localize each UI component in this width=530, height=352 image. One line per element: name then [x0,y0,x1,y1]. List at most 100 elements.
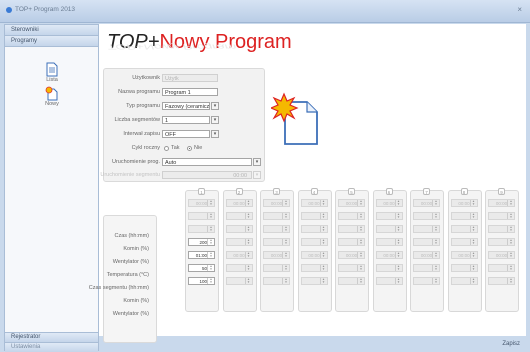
segment-cell: ▴ ▾ [338,238,365,246]
spinner-icon: ▴ ▾ [319,213,327,219]
program-type-select[interactable]: Fazowy (ceramiczny) [162,102,210,110]
yearly-cycle-label: Cykl roczny [131,145,160,151]
segment-cell: ▴ ▾ [225,238,253,246]
spinner-icon: ▴ ▾ [357,213,364,219]
segment-cell-value: 01:00 [195,253,207,258]
segment-cell: 00:00 ▴ ▾ [413,199,440,207]
spinner-icon: ▴ ▾ [357,200,364,206]
segment-cell: 00:00 ▴ ▾ [413,251,440,259]
segment-cell: ▴ ▾ [413,212,440,220]
radio-nie[interactable] [187,146,192,151]
spinner-icon: ▴ ▾ [432,239,439,245]
spinner-icon: ▴ ▾ [357,278,364,284]
spinner-icon[interactable]: ▴ ▾ [207,265,214,271]
spinner-icon: ▴ ▾ [432,213,439,219]
log-interval-select[interactable]: OFF [162,130,210,138]
segment-cell[interactable]: 200 ▴ ▾ [188,238,215,246]
sidebar-item-lista[interactable]: Lista [31,62,73,83]
segment-cell: ▴ ▾ [300,212,328,220]
spinner-icon: ▴ ▾ [507,200,514,206]
segment-number: 7 [423,188,430,195]
segment-cell-value: 00:00 [495,253,508,258]
spinner-icon: ▴ ▾ [244,239,252,245]
spinner-icon: ▴ ▾ [207,213,214,219]
spinner-icon: ▴ ▾ [244,226,252,232]
segment-cell: ▴ ▾ [375,225,403,233]
program-name-input[interactable]: Program 1 [162,88,218,96]
segment-cell: ▴ ▾ [413,225,440,233]
segment-cell: ▴ ▾ [338,225,365,233]
segment-cell: ▴ ▾ [488,238,515,246]
segment-cell-value: 00:00 [195,201,208,206]
sidebar-item-nowy[interactable]: Nowy [31,86,73,107]
radio-tak-label: Tak [171,145,180,151]
segment-cell: ▴ ▾ [413,277,440,285]
segment-cell: ▴ ▾ [375,238,403,246]
spinner-icon: ▴ ▾ [432,252,439,258]
spinner-icon: ▴ ▾ [394,278,402,284]
chevron-down-icon[interactable]: ▾ [211,102,219,110]
spinner-icon: ▴ ▾ [319,226,327,232]
segment-cell: ▴ ▾ [488,264,515,272]
segment-cell: ▴ ▾ [300,238,328,246]
segment-cell: 00:00 ▴ ▾ [450,199,478,207]
segment-cell: ▴ ▾ [450,225,478,233]
segment-cell: ▴ ▾ [300,264,328,272]
radio-tak[interactable] [164,146,169,151]
spinner-icon[interactable]: ▴ ▾ [207,278,214,284]
segment-column-1: 1 00:00 ▴ ▾ ▴ ▾ ▴ ▾ 200 ▴ ▾ 01:00 ▴ ▾ 50 ▴ ▾ 100 ▴ ▾ [185,188,219,312]
segment-cell: ▴ ▾ [225,212,253,220]
save-button[interactable]: Zapisz [502,341,520,347]
segment-cell[interactable]: 100 ▴ ▾ [188,277,215,285]
segment-cell: 00:00 ▴ ▾ [338,199,365,207]
segment-cell[interactable]: 01:00 ▴ ▾ [188,251,215,259]
spinner-icon: ▴ ▾ [244,278,252,284]
segment-cell[interactable]: 50 ▴ ▾ [188,264,215,272]
segment-row-label: Wentylator (%) [112,259,149,265]
segment-count-select[interactable]: 1 [162,116,210,124]
segment-column-5: 5 00:00 ▴ ▾ ▴ ▾ ▴ ▾ ▴ ▾ 00:00 ▴ ▾ ▴ ▾ ▴ ▾ [335,188,369,312]
spinner-icon: ▴ ▾ [469,226,477,232]
spinner-icon[interactable]: ▴ ▾ [207,252,214,258]
spinner-icon: ▴ ▾ [432,265,439,271]
spinner-icon[interactable]: ▴ ▾ [207,239,214,245]
segment-cell: ▴ ▾ [225,264,253,272]
segment-cell: ▴ ▾ [263,277,290,285]
segment-cell-value: 00:00 [458,201,470,206]
segment-cell: ▴ ▾ [413,264,440,272]
chevron-down-icon[interactable]: ▾ [211,130,219,138]
chevron-down-icon[interactable]: ▾ [211,116,219,124]
spinner-icon: ▴ ▾ [282,252,289,258]
close-icon[interactable]: × [517,5,522,14]
spinner-icon: ▴ ▾ [507,239,514,245]
sidebar-header[interactable]: Sterowniki [5,25,98,36]
segment-row-label: Komin (%) [123,298,149,304]
segment-cell: ▴ ▾ [338,277,365,285]
segment-cell-value: 00:00 [233,201,245,206]
spinner-icon: ▴ ▾ [207,226,214,232]
sidebar-section-programy[interactable]: Programy [5,36,98,47]
segment-cell: 00:00 ▴ ▾ [300,251,328,259]
segment-cell-value: 00:00 [420,253,433,258]
app-icon [6,7,12,13]
spinner-icon: ▴ ▾ [469,200,477,206]
chevron-down-icon[interactable]: ▾ [253,158,261,166]
title-bar: TOP+ Program 2013 × [0,0,530,23]
segment-cell: ▴ ▾ [338,264,365,272]
spinner-icon: ▴ ▾ [394,265,402,271]
spinner-icon: ▴ ▾ [282,213,289,219]
program-settings-panel: Użytkownik Użytk Nazwa programu Program … [100,68,265,182]
spinner-icon: ▴ ▾ [469,265,477,271]
segment-cell: ▴ ▾ [450,277,478,285]
sidebar-item-rejestrator[interactable]: Rejestrator [5,332,98,342]
segment-column-6: 6 00:00 ▴ ▾ ▴ ▾ ▴ ▾ ▴ ▾ 00:00 ▴ ▾ ▴ ▾ ▴ ▾ [372,188,407,312]
spinner-icon: ▴ ▾ [469,213,477,219]
spinner-icon: ▴ ▾ [507,265,514,271]
program-start-select[interactable]: Auto [162,158,252,166]
sidebar-item-label: Nowy [45,101,59,107]
spinner-icon: ▴ ▾ [469,278,477,284]
segment-cell: ▴ ▾ [488,212,515,220]
log-interval-label: Interwał zapisu [123,131,160,137]
page-title-reflection: TOP+Nowy Program [107,43,237,51]
segment-cell: 00:00 ▴ ▾ [450,251,478,259]
